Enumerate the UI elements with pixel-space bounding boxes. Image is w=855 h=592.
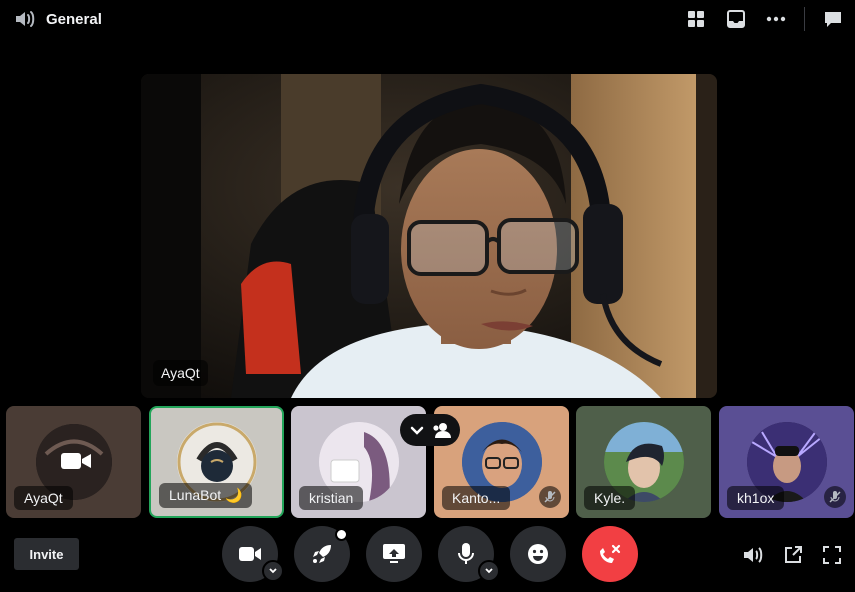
participant-tile-ayaqt[interactable]: AyaQt (6, 406, 141, 518)
people-icon (432, 423, 451, 438)
call-header: General (0, 0, 855, 38)
participant-tile-kh1ox[interactable]: kh1ox (719, 406, 854, 518)
microphone-icon (458, 543, 474, 564)
activity-rocket-icon (313, 545, 331, 563)
header-divider (804, 7, 805, 31)
main-video-stream[interactable]: AyaQt (141, 74, 717, 398)
notification-dot (335, 528, 348, 541)
chevron-down-icon (410, 426, 423, 435)
channel-title-group: General (14, 9, 102, 29)
chevron-down-icon (269, 568, 277, 574)
participant-name: kh1ox (727, 486, 785, 510)
more-icon[interactable] (765, 8, 787, 30)
participant-name: Kanto... (442, 486, 511, 510)
participant-tile-kyle[interactable]: Kyle. (576, 406, 711, 518)
participant-strip-toggle[interactable] (400, 414, 460, 446)
inbox-icon[interactable] (725, 8, 747, 30)
grid-icon[interactable] (685, 8, 707, 30)
muted-microphone-icon (824, 486, 846, 508)
muted-microphone-icon (539, 486, 561, 508)
webcam-video-frame (141, 74, 717, 398)
chat-icon[interactable] (822, 8, 844, 30)
camera-button[interactable] (222, 526, 284, 582)
participant-name: Kyle. (584, 486, 636, 510)
fullscreen-icon[interactable] (820, 543, 844, 567)
channel-name: General (46, 10, 102, 28)
participant-name: LunaBot 🌙 (159, 483, 253, 508)
emoji-icon (528, 544, 548, 564)
invite-button[interactable]: Invite (14, 538, 79, 570)
chevron-down-icon (485, 568, 493, 574)
participant-name: AyaQt (14, 486, 73, 510)
camera-icon (239, 547, 261, 561)
microphone-button[interactable] (438, 526, 500, 582)
participant-tile-lunabot[interactable]: LunaBot 🌙 (149, 406, 284, 518)
participant-name: kristian (299, 486, 364, 510)
microphone-options-caret[interactable] (478, 560, 500, 582)
soundboard-button[interactable] (510, 526, 566, 582)
screen-share-button[interactable] (366, 526, 422, 582)
activity-button[interactable] (294, 526, 350, 582)
popout-icon[interactable] (781, 543, 805, 567)
speaker-icon (16, 11, 35, 27)
camera-options-caret[interactable] (262, 560, 284, 582)
disconnect-button[interactable] (582, 526, 638, 582)
screen-share-icon (383, 544, 405, 563)
volume-icon[interactable] (741, 543, 765, 567)
disconnect-icon (600, 544, 621, 563)
main-stream-name-tag: AyaQt (153, 360, 208, 386)
camera-on-icon (61, 453, 91, 469)
